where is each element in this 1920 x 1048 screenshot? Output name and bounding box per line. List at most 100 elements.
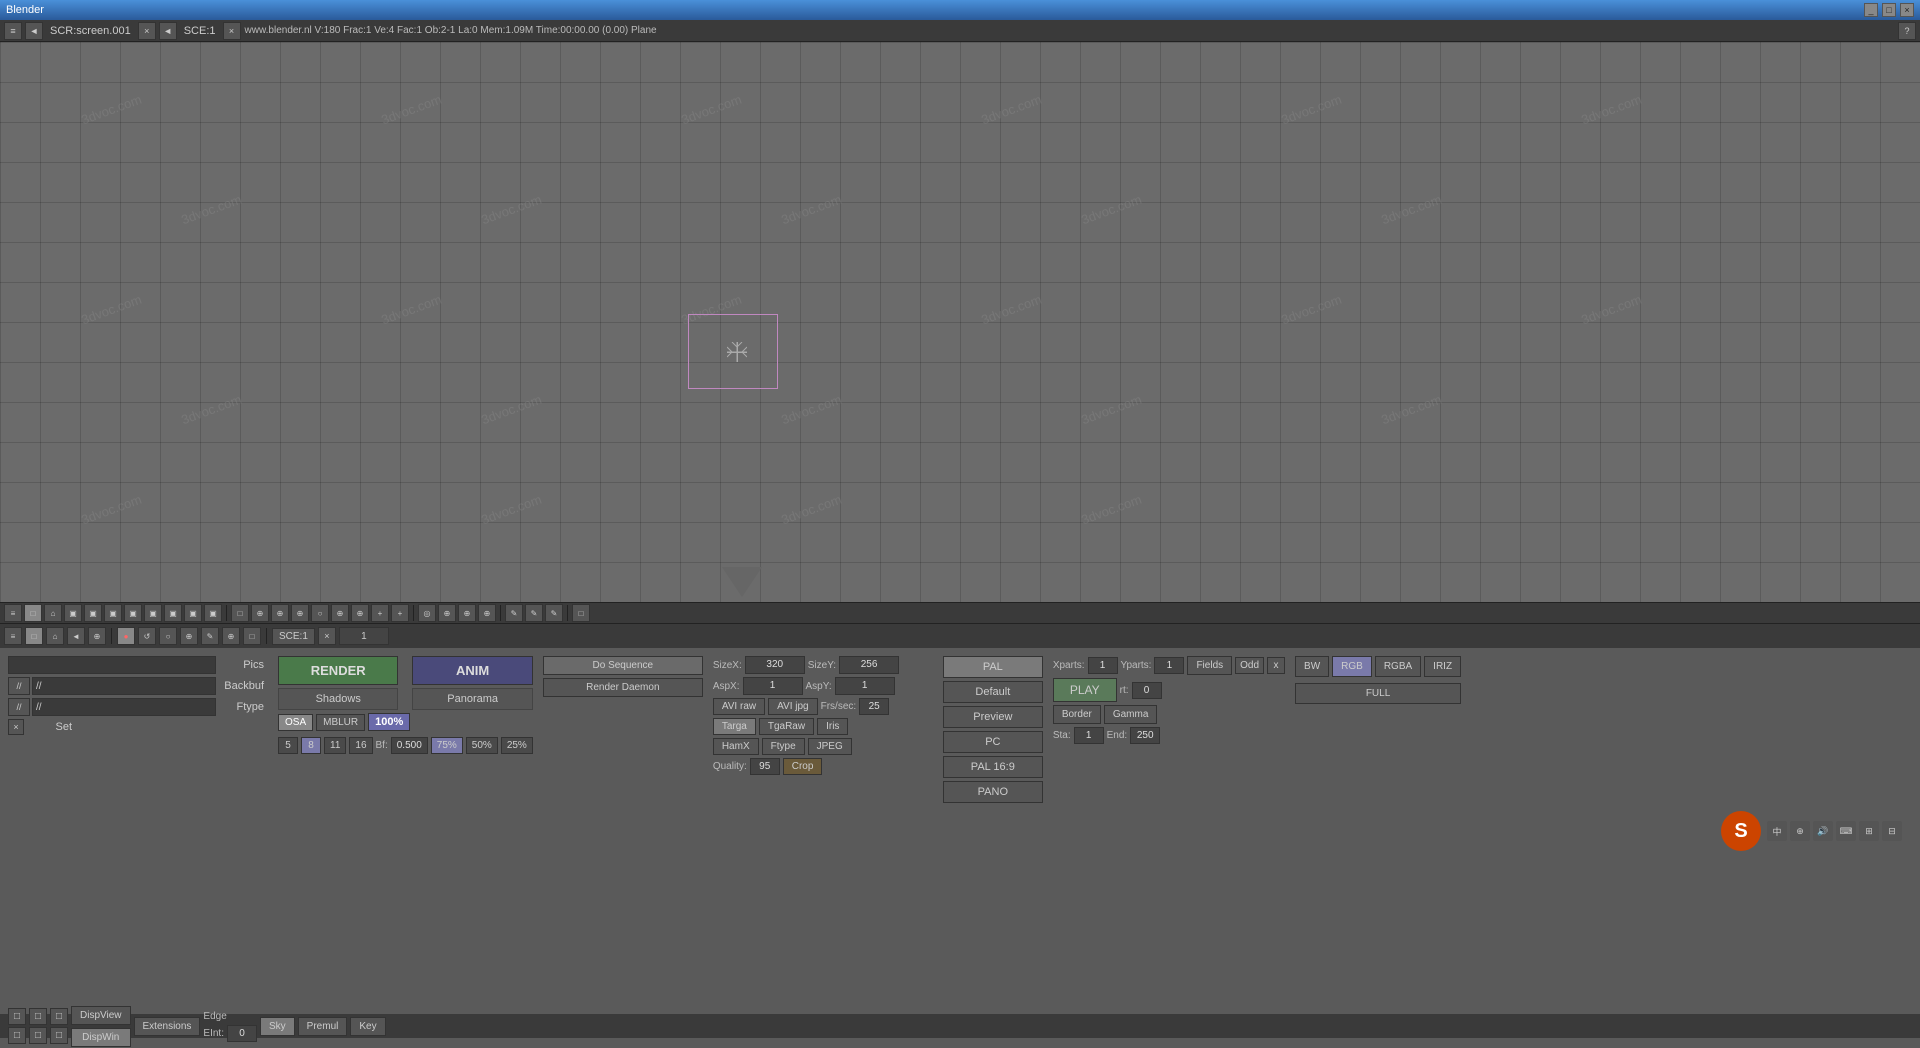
- anim-button[interactable]: ANIM: [412, 656, 532, 685]
- view-icon[interactable]: ≡: [4, 604, 22, 622]
- odd-btn[interactable]: Odd: [1235, 657, 1264, 674]
- gamma-btn[interactable]: Gamma: [1104, 705, 1158, 724]
- sizey-value[interactable]: 256: [839, 656, 899, 674]
- tb12[interactable]: ⊕: [291, 604, 309, 622]
- yparts-value[interactable]: 1: [1154, 657, 1184, 674]
- mesh-icon[interactable]: □: [24, 604, 42, 622]
- disp-win-btn[interactable]: DispWin: [71, 1028, 131, 1047]
- tb8[interactable]: ▣: [204, 604, 222, 622]
- bf-value[interactable]: 0.500: [391, 737, 428, 754]
- rgb-btn[interactable]: RGB: [1332, 656, 1372, 677]
- bw-btn[interactable]: BW: [1295, 656, 1329, 677]
- pct-25[interactable]: 25%: [501, 737, 533, 754]
- tb20[interactable]: ⊕: [458, 604, 476, 622]
- preview-btn[interactable]: Preview: [943, 706, 1043, 728]
- quality-value[interactable]: 95: [750, 758, 780, 775]
- tgaraw-btn[interactable]: TgaRaw: [759, 718, 814, 735]
- percent-display[interactable]: 100%: [368, 713, 410, 731]
- x-btn[interactable]: x: [1267, 657, 1285, 674]
- disp-icon5[interactable]: □: [29, 1027, 47, 1044]
- tb19[interactable]: ⊕: [438, 604, 456, 622]
- close-btn[interactable]: ×: [1900, 3, 1914, 17]
- tl3[interactable]: ⌂: [46, 627, 64, 645]
- jpeg-btn[interactable]: JPEG: [808, 738, 852, 755]
- tb7[interactable]: ▣: [184, 604, 202, 622]
- pal-btn[interactable]: PAL: [943, 656, 1043, 678]
- scene-close[interactable]: ×: [223, 22, 241, 40]
- record-btn[interactable]: ●: [117, 627, 135, 645]
- targa-btn[interactable]: Targa: [713, 718, 756, 735]
- fields-btn[interactable]: Fields: [1187, 656, 1232, 675]
- disp-icon4[interactable]: □: [8, 1027, 26, 1044]
- tb15[interactable]: ⊕: [351, 604, 369, 622]
- tb18[interactable]: ◎: [418, 604, 436, 622]
- pc-btn[interactable]: PC: [943, 731, 1043, 753]
- pano-btn[interactable]: PANO: [943, 781, 1043, 803]
- crop-btn[interactable]: Crop: [783, 758, 823, 775]
- rt-value[interactable]: 0: [1132, 682, 1162, 699]
- osa-btn[interactable]: OSA: [278, 714, 313, 731]
- help-icon[interactable]: ?: [1898, 22, 1916, 40]
- tb2[interactable]: ▣: [84, 604, 102, 622]
- key-btn[interactable]: Key: [350, 1017, 385, 1036]
- hamx-btn[interactable]: HamX: [713, 738, 759, 755]
- render-button[interactable]: RENDER: [278, 656, 398, 685]
- tb25[interactable]: □: [572, 604, 590, 622]
- disp-view-btn[interactable]: DispView: [71, 1006, 131, 1025]
- tb1[interactable]: ▣: [64, 604, 82, 622]
- pal169-btn[interactable]: PAL 16:9: [943, 756, 1043, 778]
- panorama-button[interactable]: Panorama: [412, 688, 532, 710]
- do-sequence-btn[interactable]: Do Sequence: [543, 656, 703, 675]
- tb11[interactable]: ⊕: [271, 604, 289, 622]
- ftype-toggle[interactable]: //: [8, 698, 30, 716]
- sce-close[interactable]: ×: [318, 627, 336, 645]
- rgba-btn[interactable]: RGBA: [1375, 656, 1421, 677]
- viewport[interactable]: 3dvoc.com 3dvoc.com 3dvoc.com 3dvoc.com …: [0, 42, 1920, 602]
- tb9[interactable]: □: [231, 604, 249, 622]
- premul-btn[interactable]: Premul: [298, 1017, 348, 1036]
- render-path-input[interactable]: /render/: [8, 656, 216, 674]
- tl10[interactable]: ⊕: [222, 627, 240, 645]
- tl11[interactable]: □: [243, 627, 261, 645]
- tl1[interactable]: ≡: [4, 627, 22, 645]
- home-icon[interactable]: ⌂: [44, 604, 62, 622]
- ftype-input[interactable]: [32, 698, 216, 716]
- tb10[interactable]: ⊕: [251, 604, 269, 622]
- frame-input[interactable]: 1: [339, 627, 389, 645]
- sky-btn[interactable]: Sky: [260, 1017, 295, 1036]
- ftype-btn[interactable]: Ftype: [762, 738, 805, 755]
- pct-50[interactable]: 50%: [466, 737, 498, 754]
- osa-8[interactable]: 8: [301, 737, 321, 754]
- tb24[interactable]: ✎: [545, 604, 563, 622]
- arrow-icon[interactable]: ◄: [25, 22, 43, 40]
- extensions-btn[interactable]: Extensions: [134, 1017, 201, 1036]
- maximize-btn[interactable]: □: [1882, 3, 1896, 17]
- default-btn[interactable]: Default: [943, 681, 1043, 703]
- tl9[interactable]: ✎: [201, 627, 219, 645]
- tb13[interactable]: ○: [311, 604, 329, 622]
- backbuf-toggle[interactable]: //: [8, 677, 30, 695]
- tl8[interactable]: ⊕: [180, 627, 198, 645]
- avi-raw-btn[interactable]: AVI raw: [713, 698, 765, 715]
- tl7[interactable]: ○: [159, 627, 177, 645]
- tl5[interactable]: ⊕: [88, 627, 106, 645]
- screen-close[interactable]: ×: [138, 22, 156, 40]
- disp-icon3[interactable]: □: [50, 1008, 68, 1025]
- tb22[interactable]: ✎: [505, 604, 523, 622]
- aspy-value[interactable]: 1: [835, 677, 895, 695]
- end-value[interactable]: 250: [1130, 727, 1160, 744]
- tl2[interactable]: □: [25, 627, 43, 645]
- tb23[interactable]: ✎: [525, 604, 543, 622]
- iris-btn[interactable]: Iris: [817, 718, 848, 735]
- tb6[interactable]: ▣: [164, 604, 182, 622]
- iriz-btn[interactable]: IRIZ: [1424, 656, 1461, 677]
- tb17[interactable]: +: [391, 604, 409, 622]
- tb4[interactable]: ▣: [124, 604, 142, 622]
- border-btn[interactable]: Border: [1053, 705, 1101, 724]
- xparts-value[interactable]: 1: [1088, 657, 1118, 674]
- aspx-value[interactable]: 1: [743, 677, 803, 695]
- path-cancel[interactable]: ×: [8, 719, 24, 735]
- sizex-value[interactable]: 320: [745, 656, 805, 674]
- sta-value[interactable]: 1: [1074, 727, 1104, 744]
- pct-75[interactable]: 75%: [431, 737, 463, 754]
